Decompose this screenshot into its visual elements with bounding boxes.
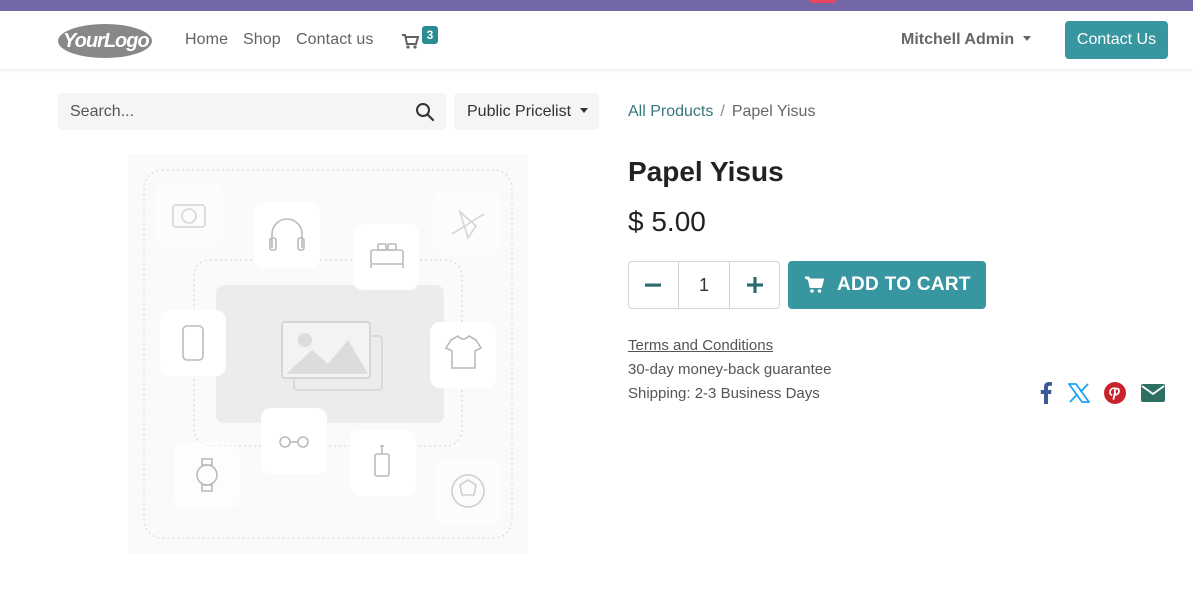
logo[interactable]: YourLogo bbox=[57, 22, 153, 60]
product-price: $ 5.00 bbox=[628, 206, 706, 237]
nav-contact-us[interactable]: Contact us bbox=[296, 31, 373, 49]
facebook-icon bbox=[1040, 382, 1052, 404]
search-icon[interactable] bbox=[415, 102, 435, 122]
quantity-stepper: 1 bbox=[628, 261, 780, 309]
cart-icon bbox=[805, 276, 824, 293]
cart-button[interactable]: 3 bbox=[400, 26, 440, 55]
facebook-share[interactable] bbox=[1033, 380, 1059, 406]
add-to-cart-label: ADD TO CART bbox=[837, 274, 971, 295]
nav-shop[interactable]: Shop bbox=[243, 31, 281, 49]
breadcrumb-all-products[interactable]: All Products bbox=[628, 103, 713, 120]
breadcrumb-separator: / bbox=[720, 103, 725, 120]
chevron-down-icon bbox=[580, 108, 589, 113]
add-to-cart-button[interactable]: ADD TO CART bbox=[788, 261, 986, 309]
contact-us-button[interactable]: Contact Us bbox=[1065, 21, 1168, 59]
plus-icon bbox=[746, 277, 763, 293]
minus-icon bbox=[645, 283, 662, 287]
decrease-quantity-button[interactable] bbox=[629, 262, 678, 308]
shipping-text: Shipping: 2-3 Business Days bbox=[628, 385, 820, 402]
pricelist-dropdown[interactable]: Public Pricelist bbox=[454, 93, 599, 130]
x-icon bbox=[1068, 383, 1090, 403]
cart-count-badge: 3 bbox=[422, 26, 438, 44]
pinterest-share[interactable] bbox=[1102, 380, 1128, 406]
product-title: Papel Yisus bbox=[628, 156, 784, 187]
x-share[interactable] bbox=[1066, 380, 1092, 406]
breadcrumb-current: Papel Yisus bbox=[731, 103, 816, 120]
chevron-down-icon bbox=[1023, 36, 1032, 41]
pricelist-label: Public Pricelist bbox=[467, 103, 572, 120]
navbar: YourLogo Home Shop Contact us 3 Mitchell… bbox=[0, 11, 1193, 69]
user-menu[interactable]: Mitchell Admin bbox=[901, 31, 1032, 49]
email-share[interactable] bbox=[1140, 380, 1166, 406]
email-icon bbox=[1141, 384, 1165, 402]
breadcrumb: All Products / Papel Yisus bbox=[628, 103, 815, 121]
cart-icon bbox=[402, 34, 419, 49]
quantity-input[interactable]: 1 bbox=[677, 262, 731, 308]
top-bar bbox=[0, 0, 1193, 11]
terms-link[interactable]: Terms and Conditions bbox=[628, 337, 773, 354]
search-box bbox=[58, 93, 446, 130]
pinterest-icon bbox=[1104, 382, 1126, 404]
increase-quantity-button[interactable] bbox=[730, 262, 779, 308]
nav-home[interactable]: Home bbox=[185, 31, 228, 49]
logo-text: YourLogo bbox=[63, 30, 149, 52]
search-input[interactable] bbox=[70, 93, 400, 130]
user-name: Mitchell Admin bbox=[901, 31, 1015, 48]
guarantee-text: 30-day money-back guarantee bbox=[628, 361, 832, 378]
top-bar-indicator bbox=[809, 0, 836, 3]
product-image bbox=[128, 154, 528, 554]
